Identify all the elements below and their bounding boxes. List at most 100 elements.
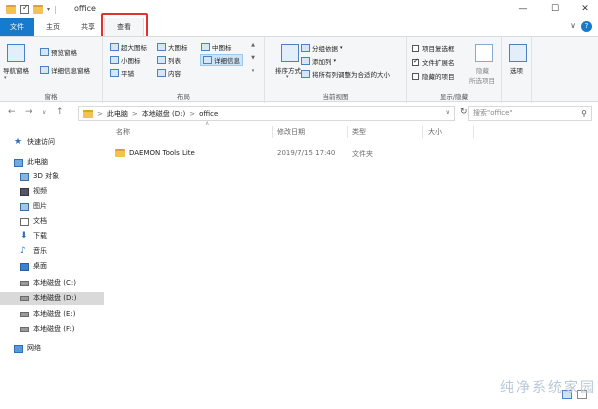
folder-icon	[6, 4, 16, 14]
address-dropdown-icon[interactable]: ∨	[446, 109, 450, 116]
help-icon[interactable]: ?	[581, 21, 592, 32]
column-divider[interactable]	[422, 126, 423, 138]
column-header-size[interactable]: 大小	[428, 127, 442, 137]
file-extensions-checkbox[interactable]	[412, 57, 419, 66]
navigation-pane: ★ 快速访问 此电脑 3D 对象 视频 图片 文档 ⬇ 下载 ♪ 音乐 桌面 本…	[0, 124, 104, 409]
options-button[interactable]: 选项	[510, 65, 523, 75]
group-by-button[interactable]: 分组依据 ▾	[301, 43, 343, 53]
customize-toolbar-icon[interactable]: ▾	[47, 6, 50, 13]
column-header-type[interactable]: 类型	[352, 127, 366, 137]
large-icons-icon	[157, 43, 166, 51]
hide-selected-button[interactable]: 隐藏	[476, 65, 489, 75]
sidebar-item-label: 此电脑	[27, 158, 48, 166]
sidebar-item-desktop[interactable]: 桌面	[20, 260, 47, 273]
collapse-ribbon-icon[interactable]: ∨	[570, 21, 576, 30]
column-divider[interactable]	[347, 126, 348, 138]
details-icon	[203, 56, 212, 64]
video-icon	[20, 187, 29, 196]
layout-scroll-down-icon[interactable]: ▼	[249, 55, 257, 61]
item-checkboxes-toggle[interactable]: 项目复选框	[412, 43, 455, 53]
details-pane-button[interactable]: 详细信息窗格	[40, 65, 90, 75]
sort-by-dropdown-icon[interactable]: ▾	[286, 74, 289, 80]
pictures-icon	[20, 202, 29, 211]
sidebar-item-label: 3D 对象	[33, 172, 60, 180]
properties-icon[interactable]	[20, 3, 29, 14]
layout-extra-large[interactable]: 超大图标	[110, 42, 147, 52]
column-header-name[interactable]: 名称	[116, 127, 130, 137]
table-row[interactable]: DAEMON Tools Lite 2019/7/15 17:40 文件夹	[110, 146, 598, 161]
column-divider[interactable]	[272, 126, 273, 138]
back-button[interactable]: ←	[8, 107, 16, 117]
list-icon	[157, 56, 166, 64]
layout-large[interactable]: 大图标	[157, 42, 188, 52]
sidebar-item-music[interactable]: ♪ 音乐	[20, 245, 47, 258]
maximize-button[interactable]: ☐	[540, 0, 570, 18]
close-button[interactable]: ✕	[570, 0, 598, 18]
sidebar-item-downloads[interactable]: ⬇ 下载	[20, 230, 47, 243]
layout-details[interactable]: 详细信息	[200, 54, 243, 66]
add-columns-dropdown-icon: ▾	[333, 58, 337, 64]
details-pane-icon	[40, 66, 49, 74]
preview-pane-label: 预览窗格	[51, 49, 77, 57]
layout-expand-icon[interactable]: ▾	[249, 68, 257, 74]
sidebar-item-documents[interactable]: 文档	[20, 215, 47, 228]
item-checkboxes-checkbox[interactable]	[412, 44, 419, 52]
sidebar-item-drive-e[interactable]: 本地磁盘 (E:)	[20, 308, 75, 321]
nav-pane-dropdown-icon[interactable]: ▾	[4, 75, 7, 81]
layout-medium[interactable]: 中图标	[201, 42, 232, 52]
forward-button[interactable]: →	[25, 107, 33, 117]
add-columns-button[interactable]: 添加列 ▾	[301, 56, 336, 66]
ribbon-tabs: 文件 主页 共享 查看 ∨ ?	[0, 18, 598, 36]
sidebar-item-label: 本地磁盘 (F:)	[33, 325, 75, 333]
sidebar-item-drive-c[interactable]: 本地磁盘 (C:)	[20, 277, 76, 290]
size-all-columns-button[interactable]: 将所有列调整为合适的大小	[301, 69, 390, 79]
hidden-items-toggle[interactable]: 隐藏的项目	[412, 71, 455, 81]
hidden-items-checkbox[interactable]	[412, 72, 419, 80]
file-extensions-label: 文件扩展名	[422, 59, 455, 67]
breadcrumb-this-pc[interactable]: 此电脑	[107, 109, 128, 119]
breadcrumb-office[interactable]: office	[199, 110, 218, 118]
address-box[interactable]: > 此电脑 > 本地磁盘 (D:) > office ∨	[78, 106, 455, 121]
preview-pane-button[interactable]: 预览窗格	[40, 47, 77, 57]
layout-list[interactable]: 列表	[157, 55, 181, 65]
layout-tiles[interactable]: 平铺	[110, 68, 134, 78]
file-extensions-toggle[interactable]: 文件扩展名	[412, 57, 455, 67]
add-columns-icon	[301, 57, 310, 65]
refresh-icon[interactable]: ↻	[460, 107, 468, 117]
search-input[interactable]: 搜索"office" ⚲	[468, 106, 592, 121]
sidebar-item-quick-access[interactable]: ★ 快速访问	[14, 136, 55, 149]
sidebar-item-label: 快速访问	[27, 138, 55, 146]
minimize-button[interactable]: —	[508, 0, 538, 18]
sidebar-item-drive-d[interactable]: 本地磁盘 (D:)	[0, 292, 104, 305]
sidebar-item-label: 下载	[33, 232, 47, 240]
layout-small[interactable]: 小图标	[110, 55, 141, 65]
up-button[interactable]: ↑	[56, 107, 64, 117]
hide-selected-icon	[475, 44, 493, 62]
breadcrumb-drive-d[interactable]: 本地磁盘 (D:)	[142, 109, 185, 119]
layout-group-label: 布局	[177, 93, 190, 101]
layout-medium-label: 中图标	[212, 44, 232, 52]
tab-home[interactable]: 主页	[38, 18, 68, 36]
sidebar-item-label: 视频	[33, 187, 47, 195]
sidebar-item-3d-objects[interactable]: 3D 对象	[20, 170, 59, 183]
sidebar-item-drive-f[interactable]: 本地磁盘 (F:)	[20, 323, 75, 336]
tab-file[interactable]: 文件	[0, 18, 34, 36]
recent-locations-button[interactable]: ∨	[42, 109, 46, 116]
hidden-items-label: 隐藏的项目	[422, 73, 455, 81]
options-group: 选项	[502, 37, 532, 103]
column-header-date[interactable]: 修改日期	[277, 127, 305, 137]
new-folder-icon[interactable]	[33, 4, 43, 14]
sidebar-item-network[interactable]: 网络	[14, 342, 41, 355]
layout-list-label: 列表	[168, 57, 181, 65]
title-bar: ▾ | office — ☐ ✕	[0, 0, 598, 18]
column-divider[interactable]	[473, 126, 474, 138]
hide-selected-label-2: 所选项目	[469, 77, 495, 85]
tab-share[interactable]: 共享	[74, 18, 102, 36]
sidebar-item-pictures[interactable]: 图片	[20, 200, 47, 213]
layout-content[interactable]: 内容	[157, 68, 181, 78]
sidebar-item-this-pc[interactable]: 此电脑	[14, 156, 48, 169]
sidebar-item-label: 本地磁盘 (D:)	[33, 294, 77, 302]
nav-pane-button[interactable]: 导航窗格	[3, 65, 29, 75]
sidebar-item-videos[interactable]: 视频	[20, 185, 47, 198]
layout-scroll-up-icon[interactable]: ▲	[249, 42, 257, 48]
